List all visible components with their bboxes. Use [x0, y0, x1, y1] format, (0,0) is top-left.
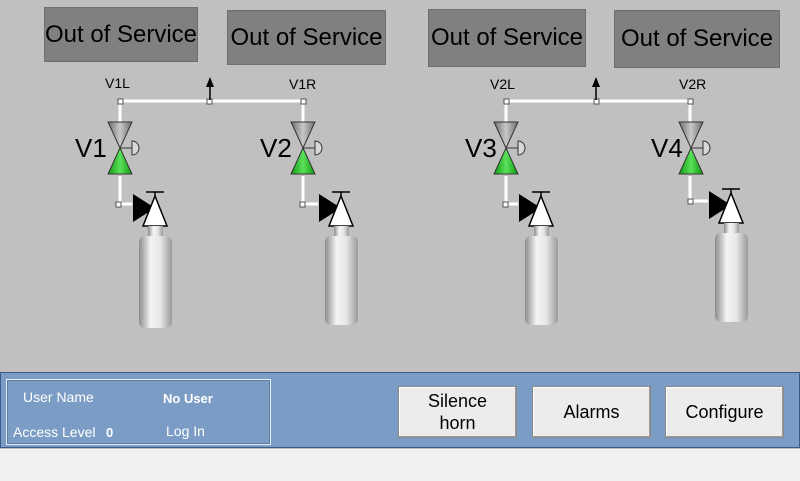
status-box-3: Out of Service [428, 9, 586, 67]
gas-cylinder-icon [525, 226, 558, 325]
valve-icon [678, 121, 711, 175]
status-box-1: Out of Service [44, 7, 198, 62]
valve-icon [107, 121, 140, 175]
vent-arrow-icon [592, 77, 600, 100]
gas-cylinder-icon [139, 226, 172, 328]
access-level-label: Access Level [13, 424, 96, 440]
silence-horn-button[interactable]: Silence horn [398, 386, 517, 438]
regulator-icon [709, 188, 745, 224]
gas-cylinder-icon [715, 223, 748, 322]
valve-name-label: V3 [465, 133, 497, 163]
valve-tag-label: V1L [105, 75, 130, 91]
user-info-box: User Name No User Access Level 0 Log In [6, 379, 271, 445]
valve-tag-label: V2L [490, 76, 515, 92]
valve-icon [493, 121, 526, 175]
valve-tag-label: V1R [289, 76, 317, 92]
login-link[interactable]: Log In [166, 423, 205, 439]
status-box-2: Out of Service [227, 10, 386, 65]
status-box-4: Out of Service [614, 10, 780, 68]
valve-name-label: V2 [260, 133, 292, 163]
valve-tag-label: V2R [679, 76, 707, 92]
vent-arrow-icon [206, 77, 214, 100]
valve-icon [290, 121, 323, 175]
control-panel: User Name No User Access Level 0 Log In … [0, 372, 800, 448]
user-name-label: User Name [23, 389, 94, 405]
gas-cylinder-icon [325, 226, 358, 325]
process-diagram: Out of Service Out of Service Out of Ser… [0, 0, 800, 372]
configure-button[interactable]: Configure [665, 386, 784, 438]
regulator-icon [319, 191, 355, 227]
user-name-value: No User [163, 391, 213, 406]
access-level-value: 0 [106, 425, 114, 440]
valve-name-label: V1 [75, 133, 107, 163]
alarms-button[interactable]: Alarms [532, 386, 651, 438]
valve-name-label: V4 [651, 133, 683, 163]
regulator-icon [519, 191, 555, 227]
status-bar [0, 448, 800, 481]
regulator-icon [133, 191, 169, 227]
